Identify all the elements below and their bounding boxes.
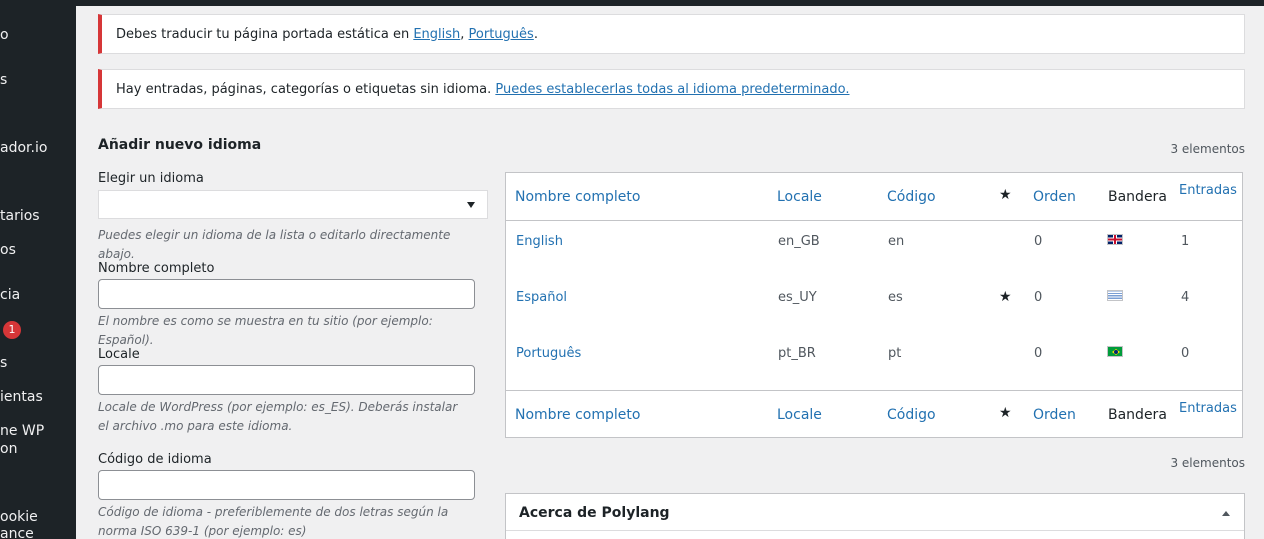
posts-count-link[interactable]: 4 <box>1181 290 1189 305</box>
default-star-icon: ★ <box>999 405 1012 421</box>
sidebar-item-appearance[interactable]: cia <box>0 287 20 303</box>
language-code-input[interactable] <box>98 470 475 500</box>
code-cell: es <box>888 290 903 305</box>
notice-text: Hay entradas, páginas, categorías o etiq… <box>116 81 850 97</box>
language-name-link[interactable]: English <box>516 234 563 249</box>
items-count-top: 3 elementos <box>1170 142 1245 156</box>
column-order[interactable]: Orden <box>1033 189 1076 205</box>
locale-label: Locale <box>98 347 140 362</box>
language-name-link[interactable]: Español <box>516 290 567 305</box>
sidebar-item-5[interactable]: os <box>0 242 16 258</box>
language-code-label: Código de idioma <box>98 452 212 467</box>
column-code[interactable]: Código <box>887 189 936 205</box>
column-full-name-footer[interactable]: Nombre completo <box>515 407 640 423</box>
code-cell: en <box>888 234 905 249</box>
column-full-name[interactable]: Nombre completo <box>515 189 640 205</box>
column-code-footer[interactable]: Código <box>887 407 936 423</box>
collapse-toggle-icon[interactable] <box>1222 511 1230 516</box>
column-posts-footer[interactable]: Entradas <box>1179 401 1237 416</box>
locale-cell: es_UY <box>778 290 817 305</box>
plugins-update-badge[interactable]: 1 <box>3 321 21 339</box>
locale-cell: en_GB <box>778 234 820 249</box>
locale-cell: pt_BR <box>778 346 816 361</box>
table-row: Español es_UY es ★ 0 4 <box>506 278 1242 334</box>
column-locale-footer[interactable]: Locale <box>777 407 822 423</box>
posts-count-link[interactable]: 0 <box>1181 346 1189 361</box>
languages-table: Nombre completo Locale Código ★ Orden Ba… <box>505 172 1243 438</box>
column-flag-footer: Bandera <box>1108 407 1167 423</box>
language-code-help: Código de idioma - preferiblemente de do… <box>98 505 449 538</box>
sidebar-item-users[interactable]: s <box>0 355 7 371</box>
sidebar-item-wp-plugin[interactable]: ne WP <box>0 423 44 439</box>
order-cell: 0 <box>1034 234 1043 249</box>
about-polylang-title[interactable]: Acerca de Polylang <box>519 505 670 521</box>
posts-count-link[interactable]: 1 <box>1181 234 1189 249</box>
choose-language-select[interactable] <box>98 190 488 219</box>
sidebar-item-tools[interactable]: ientas <box>0 389 43 405</box>
column-order-footer[interactable]: Orden <box>1033 407 1076 423</box>
flag-uy-icon <box>1107 290 1123 301</box>
order-cell: 0 <box>1034 290 1043 305</box>
choose-language-help: Puedes elegir un idioma de la lista o ed… <box>98 228 451 261</box>
sidebar-item-cookie[interactable]: ookie <box>0 509 38 525</box>
link-portugues[interactable]: Português <box>469 27 534 42</box>
items-count-bottom: 3 elementos <box>1170 456 1245 470</box>
sidebar-item-wp-plugin-line2[interactable]: on <box>0 441 17 457</box>
default-language-star-icon: ★ <box>999 289 1012 305</box>
link-english[interactable]: English <box>413 27 460 42</box>
notice-text: Debes traducir tu página portada estátic… <box>116 26 538 42</box>
table-footer: Nombre completo Locale Código ★ Orden Ba… <box>506 390 1242 438</box>
divider <box>506 530 1244 531</box>
notice-no-language: Hay entradas, páginas, categorías o etiq… <box>98 69 1245 109</box>
set-default-language-link[interactable]: Puedes establecerlas todas al idioma pre… <box>495 82 849 97</box>
sidebar-item-2[interactable]: s <box>0 72 7 88</box>
admin-sidebar: o s ador.io tarios os cia 1 s ientas ne … <box>0 0 76 539</box>
admin-bar <box>0 0 1264 6</box>
about-polylang-box: Acerca de Polylang <box>505 493 1245 539</box>
full-name-label: Nombre completo <box>98 261 215 276</box>
flag-br-icon <box>1107 346 1123 357</box>
table-row: English en_GB en 0 1 <box>506 222 1242 278</box>
sidebar-item-1[interactable]: o <box>0 27 9 43</box>
full-name-input[interactable] <box>98 279 475 309</box>
locale-help: Locale de WordPress (por ejemplo: es_ES)… <box>98 400 458 433</box>
column-locale[interactable]: Locale <box>777 189 822 205</box>
column-flag: Bandera <box>1108 189 1167 205</box>
table-row: Português pt_BR pt 0 0 <box>506 334 1242 390</box>
sidebar-item-3[interactable]: ador.io <box>0 140 47 156</box>
language-name-link[interactable]: Português <box>516 346 581 361</box>
add-language-title: Añadir nuevo idioma <box>98 137 262 153</box>
notice-translate-front-page: Debes traducir tu página portada estátic… <box>98 14 1245 54</box>
default-star-icon: ★ <box>999 187 1012 203</box>
sidebar-item-cookie-line2[interactable]: ance <box>0 526 34 539</box>
chevron-down-icon <box>467 202 475 208</box>
choose-language-label: Elegir un idioma <box>98 171 204 186</box>
table-header: Nombre completo Locale Código ★ Orden Ba… <box>506 173 1242 221</box>
sidebar-item-comments[interactable]: tarios <box>0 208 40 224</box>
column-posts[interactable]: Entradas <box>1179 183 1237 198</box>
code-cell: pt <box>888 346 902 361</box>
locale-input[interactable] <box>98 365 475 395</box>
flag-gb-icon <box>1107 234 1123 245</box>
full-name-help: El nombre es como se muestra en tu sitio… <box>98 314 433 347</box>
order-cell: 0 <box>1034 346 1043 361</box>
